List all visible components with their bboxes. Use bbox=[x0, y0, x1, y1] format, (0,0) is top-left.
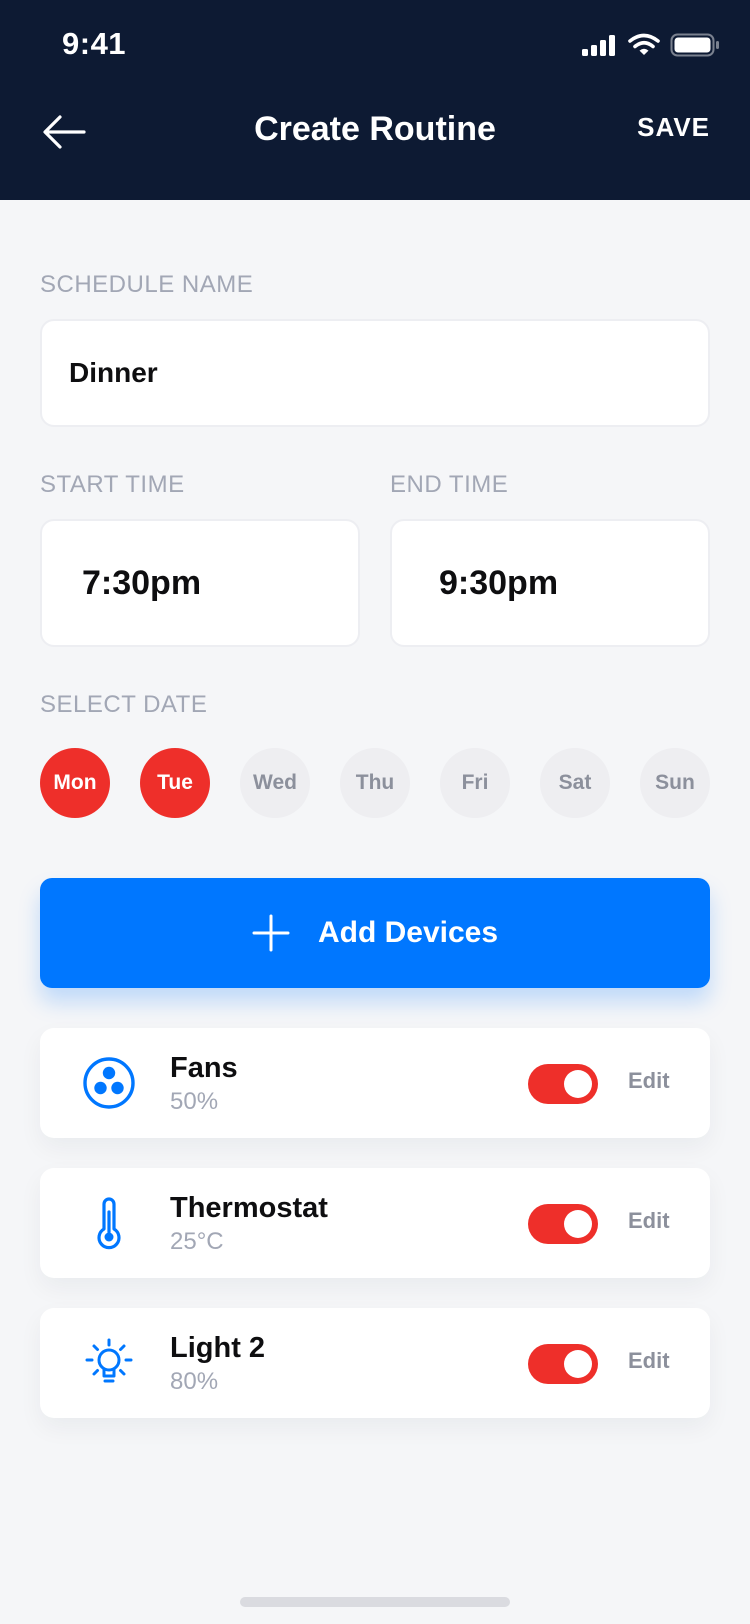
device-card-light-2: Light 2 80% Edit bbox=[40, 1308, 710, 1418]
edit-fans-button[interactable]: Edit bbox=[628, 1068, 670, 1094]
battery-icon bbox=[670, 33, 719, 57]
schedule-name-value: Dinner bbox=[69, 357, 158, 388]
start-time-value: 7:30pm bbox=[82, 563, 202, 602]
save-button[interactable]: SAVE bbox=[637, 112, 710, 143]
wifi-icon bbox=[628, 33, 660, 55]
fan-icon bbox=[83, 1057, 135, 1109]
add-devices-button[interactable]: Add Devices bbox=[40, 878, 710, 988]
day-selector: Mon Tue Wed Thu Fri Sat Sun bbox=[40, 748, 710, 818]
device-name: Thermostat bbox=[170, 1192, 328, 1224]
device-value: 25°C bbox=[170, 1228, 224, 1255]
toggle-knob bbox=[564, 1070, 592, 1098]
day-mon[interactable]: Mon bbox=[40, 748, 110, 818]
status-time: 9:41 bbox=[62, 26, 127, 61]
edit-thermostat-button[interactable]: Edit bbox=[628, 1208, 670, 1234]
toggle-knob bbox=[564, 1350, 592, 1378]
schedule-name-input[interactable]: Dinner bbox=[40, 319, 710, 427]
start-time-label: START TIME bbox=[40, 471, 185, 498]
light-bulb-icon bbox=[85, 1338, 133, 1383]
cellular-signal-icon bbox=[582, 35, 615, 56]
day-wed[interactable]: Wed bbox=[240, 748, 310, 818]
device-value: 80% bbox=[170, 1368, 219, 1395]
device-card-fans: Fans 50% Edit bbox=[40, 1028, 710, 1138]
end-time-value: 9:30pm bbox=[439, 563, 559, 602]
edit-light-2-button[interactable]: Edit bbox=[628, 1348, 670, 1374]
plus-icon bbox=[252, 914, 290, 952]
device-toggle-thermostat[interactable] bbox=[528, 1204, 598, 1244]
device-toggle-light-2[interactable] bbox=[528, 1344, 598, 1384]
device-name: Light 2 bbox=[170, 1332, 266, 1364]
end-time-label: END TIME bbox=[390, 471, 509, 498]
day-sat[interactable]: Sat bbox=[540, 748, 610, 818]
day-thu[interactable]: Thu bbox=[340, 748, 410, 818]
status-icons bbox=[582, 30, 720, 60]
device-card-thermostat: Thermostat 25°C Edit bbox=[40, 1168, 710, 1278]
thermometer-icon bbox=[97, 1197, 121, 1250]
schedule-name-label: SCHEDULE NAME bbox=[40, 271, 254, 298]
header: 9:41 Create Routine SAVE bbox=[0, 0, 750, 200]
add-devices-label: Add Devices bbox=[317, 916, 499, 949]
start-time-input[interactable]: 7:30pm bbox=[40, 519, 360, 647]
device-toggle-fans[interactable] bbox=[528, 1064, 598, 1104]
select-date-label: SELECT DATE bbox=[40, 691, 208, 718]
device-name: Fans bbox=[170, 1052, 238, 1084]
day-tue[interactable]: Tue bbox=[140, 748, 210, 818]
end-time-input[interactable]: 9:30pm bbox=[390, 519, 710, 647]
home-indicator bbox=[240, 1597, 510, 1607]
toggle-knob bbox=[564, 1210, 592, 1238]
day-sun[interactable]: Sun bbox=[640, 748, 710, 818]
device-value: 50% bbox=[170, 1088, 219, 1115]
day-fri[interactable]: Fri bbox=[440, 748, 510, 818]
